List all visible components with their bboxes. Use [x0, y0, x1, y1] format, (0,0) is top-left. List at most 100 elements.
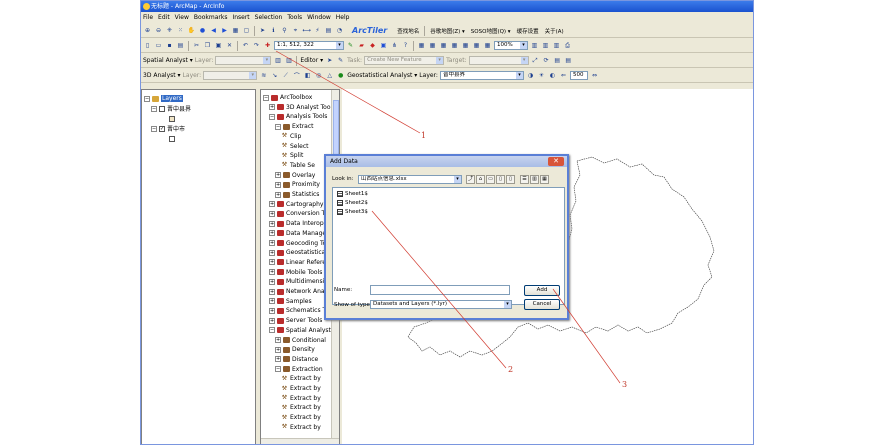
- go-to-xy-icon[interactable]: ⌖: [291, 26, 300, 35]
- arccatalog-icon[interactable]: ◆: [368, 41, 377, 50]
- split-tool-icon[interactable]: ⤢: [531, 56, 540, 65]
- edit-tool-icon[interactable]: ➤: [325, 56, 334, 65]
- cancel-button[interactable]: Cancel: [524, 299, 560, 310]
- layout-zoom-100-icon[interactable]: ▦: [461, 41, 470, 50]
- expand-icon[interactable]: +: [275, 337, 281, 343]
- forward-arrow-icon[interactable]: ▶: [220, 26, 229, 35]
- toolbox-item[interactable]: ⚒ Extract by: [281, 374, 321, 383]
- layout-zoom-combo[interactable]: 100% ▾: [494, 41, 528, 50]
- expand-icon[interactable]: +: [269, 104, 275, 111]
- toolbox-item[interactable]: − Analysis Tools: [269, 112, 327, 121]
- expand-icon[interactable]: +: [269, 298, 275, 305]
- layer-symbol-swatch[interactable]: [169, 115, 175, 122]
- toolbox-item[interactable]: − ArcToolbox: [263, 93, 312, 102]
- save-disk-icon[interactable]: ▪: [165, 41, 174, 50]
- collapse-icon[interactable]: −: [144, 95, 150, 102]
- collapse-icon[interactable]: −: [275, 366, 281, 373]
- expand-icon[interactable]: +: [275, 346, 281, 353]
- toc-symbol-row[interactable]: [169, 134, 175, 143]
- printer-icon[interactable]: ⎙: [563, 41, 572, 50]
- toc-layer-label[interactable]: 晋中市: [167, 124, 185, 133]
- toolbox-item[interactable]: + Cartography T: [269, 200, 329, 209]
- cut-icon[interactable]: ✂: [192, 41, 201, 50]
- flicker-icon[interactable]: ⇔: [590, 71, 599, 80]
- sketch-properties-icon[interactable]: ▤: [564, 56, 573, 65]
- collapse-icon[interactable]: −: [151, 105, 157, 112]
- toolbox-item[interactable]: + Server Tools: [269, 316, 322, 325]
- up-one-level-icon[interactable]: ⤴: [466, 175, 475, 184]
- toolbox-item[interactable]: ⚒ Extract by: [281, 413, 321, 422]
- menu-edit[interactable]: Edit: [158, 12, 170, 23]
- zoom-in-icon[interactable]: ⊕: [143, 26, 152, 35]
- spatial-analyst-menu[interactable]: Spatial Analyst ▾: [143, 57, 193, 64]
- delete-icon[interactable]: ✕: [225, 41, 234, 50]
- swipe-icon[interactable]: ⇐: [559, 71, 568, 80]
- tin-icon[interactable]: △: [325, 71, 334, 80]
- toolbox-item[interactable]: + Conversion Too: [269, 209, 332, 218]
- identify-icon[interactable]: ℹ: [269, 26, 278, 35]
- task-combo[interactable]: Create New Feature ▾: [364, 56, 445, 65]
- add-data-icon[interactable]: ✚: [263, 41, 272, 50]
- collapse-icon[interactable]: −: [275, 123, 281, 130]
- layout-pan-icon[interactable]: ▦: [439, 41, 448, 50]
- layout-zoom-whole-icon[interactable]: ▦: [450, 41, 459, 50]
- toolbox-item[interactable]: + Samples: [269, 297, 312, 306]
- html-popup-icon[interactable]: ▤: [324, 26, 333, 35]
- sketch-tool-icon[interactable]: ✎: [336, 56, 345, 65]
- toc-layer-row[interactable]: − ✓ 晋中市: [151, 124, 185, 133]
- toolbox-item[interactable]: + Proximity: [275, 180, 320, 189]
- toolbox-item[interactable]: + Mobile Tools: [269, 268, 322, 277]
- 3d-layer-combo[interactable]: ▾: [203, 71, 258, 80]
- print-icon[interactable]: ▤: [176, 41, 185, 50]
- contour-3d-icon[interactable]: ≋: [259, 71, 268, 80]
- expand-icon[interactable]: +: [269, 230, 275, 237]
- details-view-icon[interactable]: ▥: [530, 175, 539, 184]
- transparency-icon[interactable]: ◐: [548, 71, 557, 80]
- contrast-icon[interactable]: ◑: [526, 71, 535, 80]
- full-extent-globe-icon[interactable]: ●: [198, 26, 207, 35]
- expand-icon[interactable]: +: [269, 307, 275, 314]
- 3d-analyst-menu[interactable]: 3D Analyst ▾: [143, 72, 181, 79]
- toolbox-item[interactable]: + Data Managem: [269, 229, 332, 238]
- time-slider-icon[interactable]: ◔: [335, 26, 344, 35]
- toolbox-item[interactable]: ⚒ Extract by: [281, 403, 321, 412]
- value-field[interactable]: 500: [569, 71, 588, 80]
- command-line-icon[interactable]: ▣: [379, 41, 388, 50]
- hyperlink-icon[interactable]: ⚡: [313, 26, 322, 35]
- arctoolbox-icon[interactable]: ▰: [357, 41, 366, 50]
- open-folder-icon[interactable]: ▭: [154, 41, 163, 50]
- model-builder-icon[interactable]: ⋔: [390, 41, 399, 50]
- editor-toolbar-icon[interactable]: ✎: [346, 41, 355, 50]
- menu-bookmarks[interactable]: Bookmarks: [194, 12, 228, 23]
- select-features-icon[interactable]: ▦: [231, 26, 240, 35]
- toc-symbol-row[interactable]: [169, 114, 175, 123]
- toolbox-item[interactable]: +3D Analyst Tools: [269, 103, 335, 112]
- back-arrow-icon[interactable]: ◀: [209, 26, 218, 35]
- toolbox-item[interactable]: + Schematics Too: [269, 306, 332, 315]
- redo-icon[interactable]: ↷: [252, 41, 261, 50]
- toolbox-item[interactable]: − Extract: [275, 122, 314, 131]
- expand-icon[interactable]: +: [269, 220, 275, 227]
- expand-icon[interactable]: +: [269, 278, 275, 285]
- collapse-icon[interactable]: −: [151, 125, 157, 132]
- menu-help[interactable]: Help: [336, 12, 350, 23]
- whats-this-help-icon[interactable]: ?: [401, 41, 410, 50]
- expand-icon[interactable]: +: [269, 259, 275, 266]
- toc-root-row[interactable]: − Layers: [144, 94, 183, 103]
- expand-icon[interactable]: +: [275, 356, 281, 363]
- expand-icon[interactable]: +: [269, 240, 275, 246]
- add-button[interactable]: Add: [524, 285, 560, 296]
- about-button[interactable]: 关于(A): [543, 27, 566, 35]
- toolbox-item[interactable]: + Overlay: [275, 171, 315, 180]
- paste-icon[interactable]: ▣: [214, 41, 223, 50]
- toolbox-item[interactable]: + Density: [275, 345, 315, 354]
- histogram-icon[interactable]: ▥: [273, 56, 282, 65]
- toolbox-item[interactable]: + Distance: [275, 355, 318, 364]
- arcglobe-icon[interactable]: ◎: [314, 71, 323, 80]
- new-folder-icon[interactable]: ▯: [496, 175, 505, 184]
- clear-selection-icon[interactable]: ▢: [242, 26, 251, 35]
- toolbox-item[interactable]: + Network Analy: [269, 287, 330, 296]
- toolbox-item[interactable]: ⚒ Clip: [281, 132, 302, 141]
- layer-symbol-swatch[interactable]: [169, 135, 175, 142]
- spatial-layer-combo[interactable]: ▾: [215, 56, 272, 65]
